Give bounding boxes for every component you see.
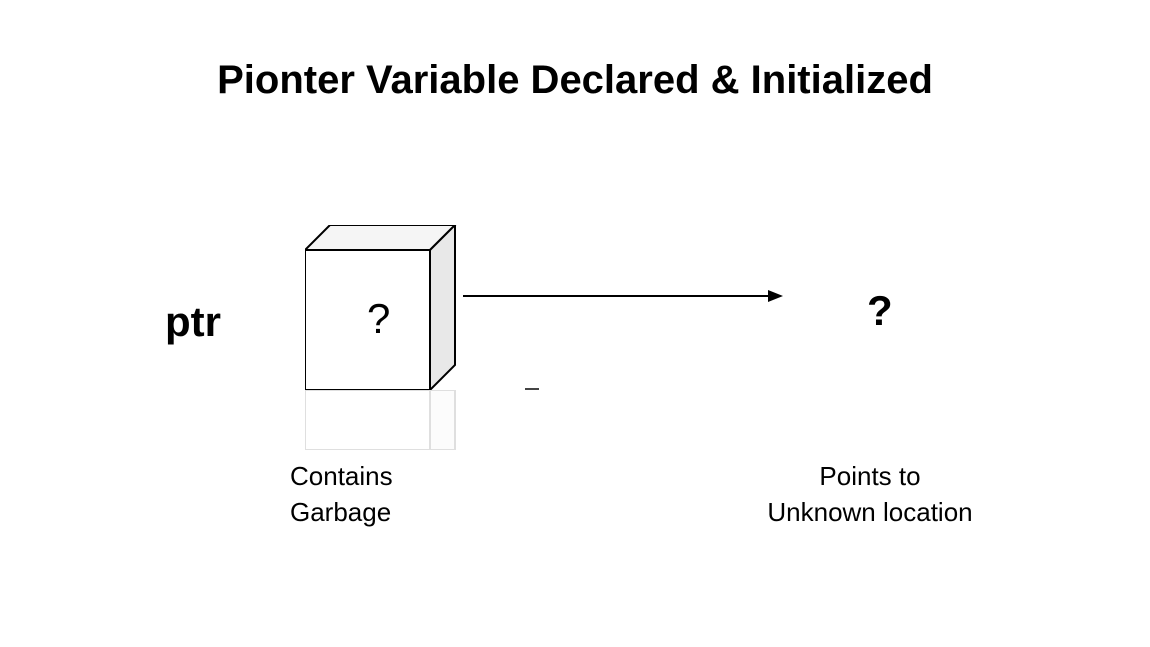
pointer-name-label: ptr <box>165 298 221 346</box>
diagram-title: Pionter Variable Declared & Initialized <box>0 58 1150 103</box>
box-caption-line1: Contains <box>290 458 393 494</box>
destination-question: ? <box>867 287 893 335</box>
destination-caption-line2: Unknown location <box>745 494 995 530</box>
box-caption: Contains Garbage <box>290 458 393 531</box>
box-caption-line2: Garbage <box>290 494 393 530</box>
destination-caption: Points to Unknown location <box>745 458 995 531</box>
box-reflection <box>305 390 470 450</box>
destination-caption-line1: Points to <box>745 458 995 494</box>
pointer-arrow-icon <box>463 286 783 306</box>
dash-mark <box>525 388 539 390</box>
box-value-question: ? <box>367 295 390 343</box>
